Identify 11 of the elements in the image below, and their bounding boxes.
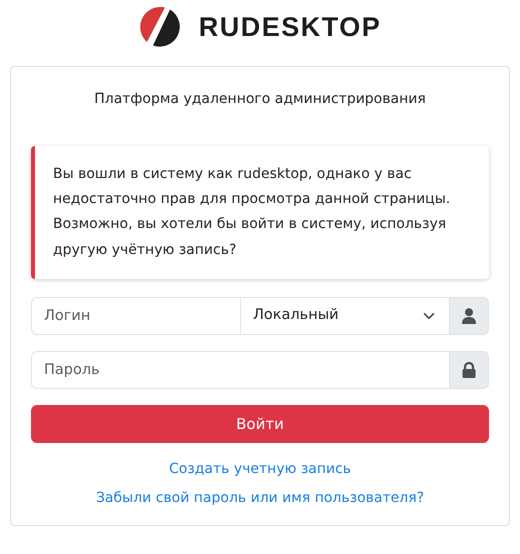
link[interactable]: Создать учетную запись [168,458,352,480]
subtitle: Платформа удаленного администрирования [94,91,426,107]
login-field[interactable]: Логин [31,296,241,335]
lock-icon [449,350,489,389]
link[interactable]: Забыли свой пароль или имя пользователя? [96,488,424,509]
user-icon [449,296,489,335]
password-field[interactable]: Пароль [31,350,450,389]
login-button[interactable]: Войти [31,404,489,443]
realm-select[interactable]: Локальный [240,296,450,335]
alert-message: Вы вошли в систему как rudesktop, однако у вас недостаточно прав для просмотра данной страницы. Возможно, вы хотели бы войти в систему, используя другую учётную запись? [31,146,489,279]
logo-text: RUDESKTOP [198,10,382,44]
